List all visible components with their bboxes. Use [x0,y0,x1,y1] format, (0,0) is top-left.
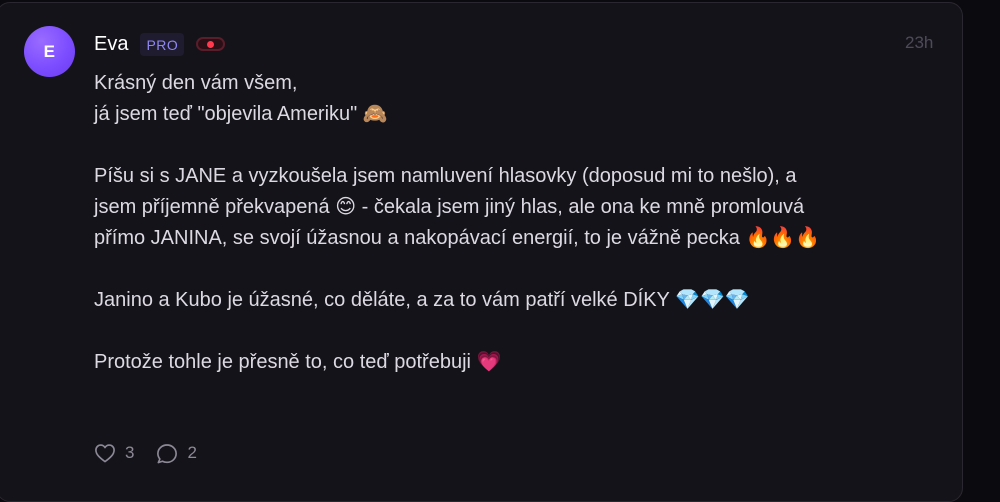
live-dot [207,40,215,48]
post-timestamp: 23h [905,33,934,52]
comment-bubble-icon [156,443,178,464]
text-line: jsem příjemně překvapená 😊 - čekala jsem… [94,196,805,218]
paragraph: Janino a Kubo je úžasné, co děláte, a za… [94,285,939,316]
like-button[interactable]: 3 [94,443,134,463]
text-line: Protože tohle je přesně to, co teď potře… [94,351,502,373]
post-body: Krásný den vám všem, já jsem teď "objevi… [94,68,939,378]
avatar-initial: E [43,41,56,61]
like-count: 3 [125,443,135,462]
post-actions: 3 2 [94,440,197,466]
text-line: Janino a Kubo je úžasné, co děláte, a za… [94,289,750,311]
avatar[interactable]: E [24,26,75,77]
author-name[interactable]: Eva [94,33,128,56]
text-line: Píšu si s JANE a vyzkoušela jsem namluve… [94,165,797,187]
paragraph: Krásný den vám všem, já jsem teď "objevi… [94,68,939,130]
text-line: Krásný den vám všem, [94,72,298,94]
pro-badge: PRO [140,32,185,56]
paragraph: Protože tohle je přesně to, co teď potře… [94,347,939,378]
live-indicator-icon [196,37,226,51]
paragraph: Píšu si s JANE a vyzkoušela jsem namluve… [94,161,939,254]
text-line: já jsem teď "objevila Ameriku" 🙈 [94,103,388,125]
comment-count: 2 [187,443,197,462]
text-line: přímo JANINA, se svojí úžasnou a nakopáv… [94,227,821,249]
post-header: Eva PRO [94,30,226,58]
heart-icon [94,443,116,463]
comment-button[interactable]: 2 [156,443,197,464]
